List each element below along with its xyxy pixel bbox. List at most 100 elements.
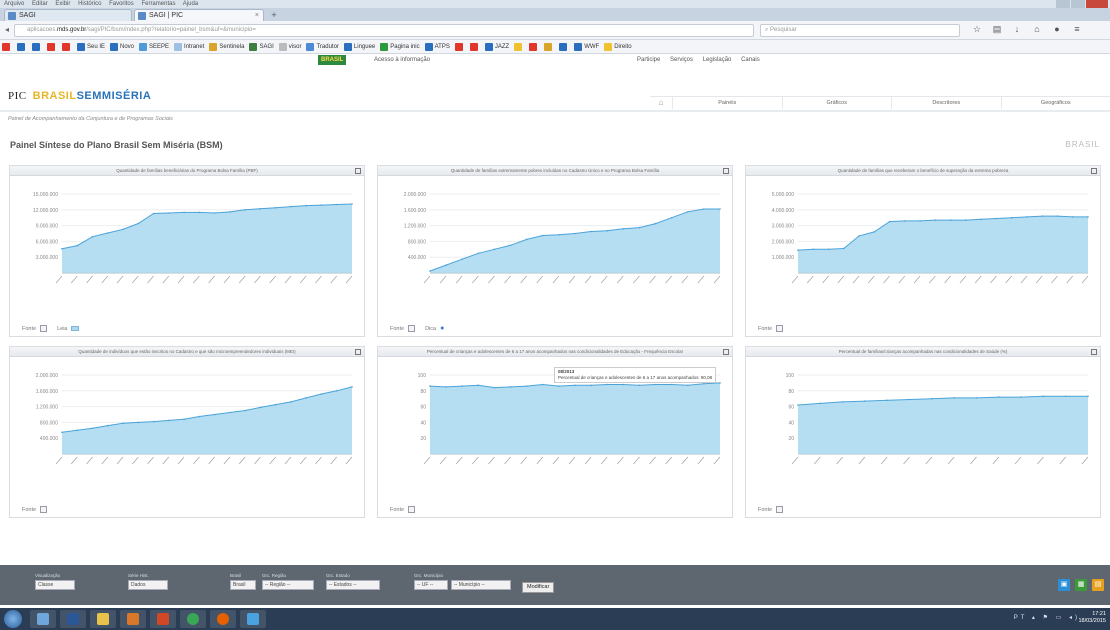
data-point[interactable]: [183, 211, 185, 214]
data-point[interactable]: [168, 212, 170, 214]
data-point[interactable]: [107, 424, 109, 427]
hamburger-menu-icon[interactable]: ≡: [1072, 24, 1082, 34]
expand-panel-icon[interactable]: [1091, 349, 1097, 355]
acesso-informacao-link[interactable]: Acesso à informação: [374, 54, 430, 66]
export-excel-icon[interactable]: ▦: [1075, 579, 1087, 591]
bookmark-item[interactable]: [454, 42, 465, 51]
data-point[interactable]: [509, 244, 512, 247]
bookmark-item[interactable]: [544, 42, 554, 51]
data-point[interactable]: [259, 406, 262, 409]
star-icon[interactable]: ☆: [972, 24, 982, 34]
source-checkbox[interactable]: [408, 325, 416, 332]
menu-favoritos[interactable]: Favoritos: [109, 1, 134, 7]
data-point[interactable]: [229, 411, 231, 414]
menu-editar[interactable]: Editar: [32, 1, 48, 7]
brasil-gov-logo[interactable]: BRASIL: [318, 55, 347, 65]
nav-graficos[interactable]: Gráficos: [781, 97, 892, 109]
bookmark-item[interactable]: Novo: [110, 42, 134, 51]
taskbar-powerpoint[interactable]: [150, 610, 176, 628]
bookmark-item[interactable]: SEEPE: [139, 42, 169, 51]
data-point[interactable]: [888, 220, 891, 223]
data-point[interactable]: [827, 248, 830, 251]
export-file-icon[interactable]: ▤: [1092, 579, 1104, 591]
expand-panel-icon[interactable]: [1091, 168, 1097, 174]
data-point[interactable]: [812, 248, 815, 251]
filter-select-municipio[interactable]: -- Município --: [451, 580, 511, 590]
data-point[interactable]: [213, 413, 216, 416]
source-checkbox[interactable]: [776, 506, 784, 513]
data-point[interactable]: [290, 401, 292, 403]
data-point[interactable]: [864, 400, 866, 402]
data-point[interactable]: [429, 270, 431, 272]
taskbar-explorer[interactable]: [30, 610, 56, 628]
data-point[interactable]: [638, 384, 641, 387]
bookmark-item[interactable]: [32, 42, 42, 51]
expand-panel-icon[interactable]: [355, 349, 361, 355]
data-point[interactable]: [703, 208, 705, 210]
data-point[interactable]: [953, 397, 955, 399]
data-point[interactable]: [244, 409, 246, 412]
data-point[interactable]: [274, 403, 277, 406]
taskbar-word[interactable]: [60, 610, 86, 628]
data-point[interactable]: [638, 226, 641, 229]
menu-exibir[interactable]: Exibir: [55, 1, 70, 7]
nav-paineis[interactable]: Painéis: [672, 97, 782, 109]
menu-ferramentas[interactable]: Ferramentas: [141, 1, 175, 7]
home-icon[interactable]: ⌂: [650, 97, 672, 109]
data-point[interactable]: [622, 383, 625, 386]
bookmark-item[interactable]: [514, 42, 524, 51]
bookmark-item[interactable]: JAZZ: [484, 42, 509, 51]
data-point[interactable]: [351, 386, 353, 388]
data-point[interactable]: [574, 384, 576, 387]
source-checkbox[interactable]: [40, 506, 48, 513]
data-point[interactable]: [274, 206, 277, 209]
data-point[interactable]: [445, 386, 447, 388]
data-point[interactable]: [259, 207, 262, 210]
bookmark-item[interactable]: [62, 42, 72, 51]
back-button[interactable]: ◂: [2, 25, 12, 35]
data-point[interactable]: [654, 222, 657, 225]
data-point[interactable]: [152, 212, 155, 215]
data-point[interactable]: [445, 264, 447, 266]
pocket-icon[interactable]: ●: [1052, 24, 1062, 34]
tab-sagi-pic[interactable]: SAGI | PIC ×: [134, 9, 264, 21]
data-point[interactable]: [687, 211, 689, 213]
new-tab-button[interactable]: +: [268, 10, 280, 20]
data-point[interactable]: [965, 219, 967, 221]
data-point[interactable]: [91, 235, 94, 238]
nav-geograficos[interactable]: Geográficos: [1000, 97, 1110, 109]
data-point[interactable]: [493, 386, 496, 389]
data-point[interactable]: [290, 205, 292, 208]
data-point[interactable]: [873, 231, 876, 233]
data-point[interactable]: [244, 209, 246, 211]
data-point[interactable]: [213, 212, 216, 214]
data-point[interactable]: [1071, 216, 1074, 218]
bookmark-item[interactable]: Pagina inic: [380, 42, 420, 51]
data-point[interactable]: [719, 208, 721, 210]
data-point[interactable]: [76, 429, 79, 432]
menu-arquivo[interactable]: Arquivo: [4, 1, 24, 7]
data-point[interactable]: [305, 397, 308, 399]
data-point[interactable]: [198, 415, 201, 418]
data-point[interactable]: [819, 402, 822, 405]
search-input[interactable]: ⌕ Pesquisar: [760, 24, 960, 37]
data-point[interactable]: [949, 219, 952, 221]
data-point[interactable]: [525, 238, 528, 241]
data-point[interactable]: [998, 396, 1000, 398]
data-point[interactable]: [995, 217, 998, 220]
bookmark-item[interactable]: ATPS: [424, 42, 450, 51]
data-point[interactable]: [558, 385, 560, 387]
filter-select[interactable]: Brasil: [230, 580, 256, 590]
data-point[interactable]: [670, 216, 673, 219]
bookmark-item[interactable]: [469, 42, 480, 51]
data-point[interactable]: [606, 229, 608, 232]
filter-select[interactable]: -- UF --: [414, 580, 448, 590]
data-point[interactable]: [509, 386, 512, 388]
data-point[interactable]: [493, 248, 496, 251]
data-point[interactable]: [934, 219, 937, 221]
download-icon[interactable]: ↓: [1012, 24, 1022, 34]
data-point[interactable]: [980, 218, 982, 221]
data-point[interactable]: [477, 252, 480, 255]
source-checkbox[interactable]: [776, 325, 784, 332]
data-point[interactable]: [843, 247, 845, 250]
